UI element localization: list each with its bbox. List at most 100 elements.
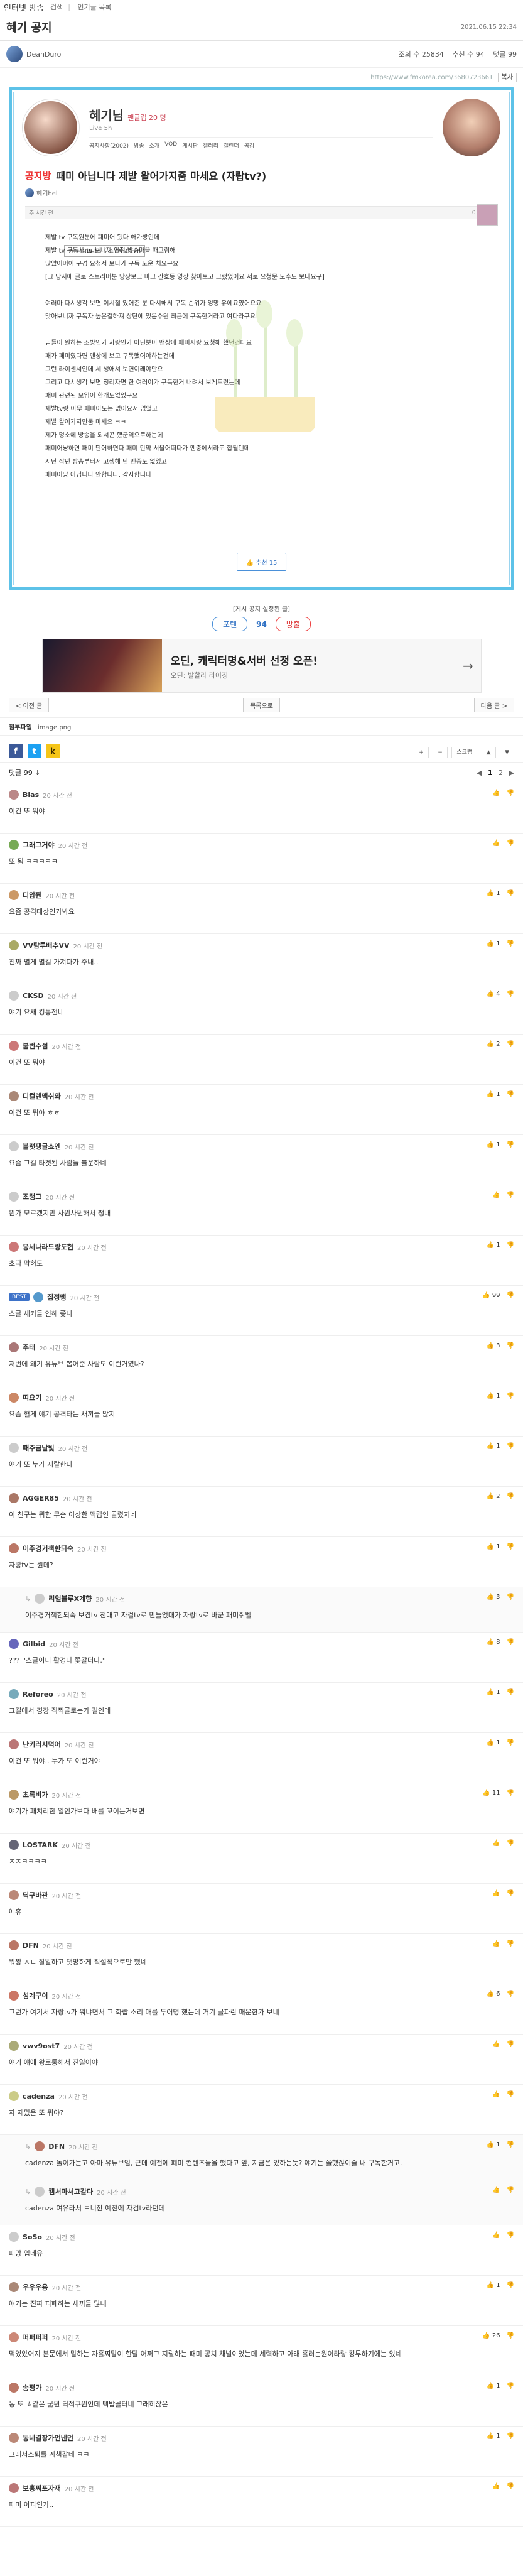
comments-title[interactable]: 댓글 99 ↓ xyxy=(9,768,40,778)
comment-author[interactable]: 동네결장가먼낸먼 xyxy=(23,2433,73,2443)
pager-page-2[interactable]: 2 xyxy=(499,769,503,777)
author-name[interactable]: DeanDuro xyxy=(26,50,61,58)
comment-author[interactable]: 캠셔마셔고갈다 xyxy=(48,2187,93,2197)
thumb-down-icon[interactable]: 👎 xyxy=(507,1141,514,1148)
thumb-down-icon[interactable]: 👎 xyxy=(507,840,514,847)
thumb-up-icon[interactable]: 👍 8 xyxy=(487,1639,500,1646)
comment-author[interactable]: 퍼퍼퍼퍼 xyxy=(23,2332,48,2342)
comment-author[interactable]: 디컬렌맥쉬와 xyxy=(23,1091,61,1101)
thumb-down-icon[interactable]: 👎 xyxy=(507,1890,514,1897)
thumb-up-icon[interactable]: 👍 3 xyxy=(487,1342,500,1349)
comment-author[interactable]: 송평가 xyxy=(23,2383,41,2393)
font-decrease-button[interactable]: − xyxy=(433,746,448,758)
thumb-up-icon[interactable]: 👍 3 xyxy=(487,1594,500,1600)
comment-author[interactable]: Reforeo xyxy=(23,1690,53,1698)
thumb-up-icon[interactable]: 👍 99 xyxy=(482,1292,500,1299)
thumb-down-icon[interactable]: 👎 xyxy=(507,2141,514,2148)
menu-vod[interactable]: VOD xyxy=(164,141,177,149)
attachment-file[interactable]: image.png xyxy=(38,724,71,731)
thumb-down-icon[interactable]: 👎 xyxy=(507,1091,514,1098)
comment-author[interactable]: 초록비가 xyxy=(23,1790,48,1800)
thumb-up-icon[interactable]: 👍 2 xyxy=(487,1493,500,1500)
comment-author[interactable]: 디암쮄 xyxy=(23,890,41,900)
thumb-down-icon[interactable]: 👎 xyxy=(507,2433,514,2440)
thumb-down-icon[interactable]: 👎 xyxy=(507,1543,514,1550)
comment-author[interactable]: 때주금날빛 xyxy=(23,1443,55,1453)
thumb-up-icon[interactable]: 👍 xyxy=(492,2232,500,2239)
thumb-down-icon[interactable]: 👎 xyxy=(507,2332,514,2339)
comment-author[interactable]: 그래그거야 xyxy=(23,840,55,850)
thumb-up-icon[interactable]: 👍 4 xyxy=(487,991,500,997)
thumb-down-icon[interactable]: 👎 xyxy=(507,1840,514,1847)
downvote-button[interactable]: 방출 xyxy=(275,617,311,631)
arrow-right-icon[interactable]: → xyxy=(456,658,481,673)
pager-page-1[interactable]: 1 xyxy=(488,769,493,777)
thumb-up-icon[interactable]: 👍 1 xyxy=(487,890,500,897)
thumb-down-icon[interactable]: 👎 xyxy=(507,2232,514,2239)
thumb-up-icon[interactable]: 👍 1 xyxy=(487,2433,500,2440)
thumb-down-icon[interactable]: 👎 xyxy=(507,1790,514,1796)
thumb-up-icon[interactable]: 👍 26 xyxy=(482,2332,500,2339)
thumb-up-icon[interactable]: 👍 1 xyxy=(487,1689,500,1696)
post-url[interactable]: https://www.fmkorea.com/3680723661 xyxy=(370,74,493,81)
thumb-up-icon[interactable]: 👍 6 xyxy=(487,1991,500,1997)
menu-gallery[interactable]: 갤러리 xyxy=(203,141,218,149)
comment-author[interactable]: 난키러시먹어 xyxy=(23,1739,61,1749)
thumb-up-icon[interactable]: 👍 xyxy=(492,790,500,796)
thumb-down-icon[interactable]: 👎 xyxy=(507,991,514,997)
thumb-up-icon[interactable]: 👍 xyxy=(492,840,500,847)
menu-calendar[interactable]: 캘린더 xyxy=(224,141,239,149)
comment-author[interactable]: 집정맹 xyxy=(47,1292,66,1302)
comment-author[interactable]: SoSo xyxy=(23,2233,42,2241)
comment-author[interactable]: 리얼블루X계향 xyxy=(48,1594,92,1604)
thumb-up-icon[interactable]: 👍 xyxy=(492,2091,500,2098)
thumb-down-icon[interactable]: 👎 xyxy=(507,2383,514,2389)
twitter-icon[interactable]: t xyxy=(27,744,41,758)
comment-author[interactable]: 주태 xyxy=(23,1342,35,1352)
thumb-down-icon[interactable]: 👎 xyxy=(507,1739,514,1746)
thumb-down-icon[interactable]: 👎 xyxy=(507,790,514,796)
thumb-up-icon[interactable]: 👍 xyxy=(492,2483,500,2490)
thumb-up-icon[interactable]: 👍 1 xyxy=(487,2282,500,2289)
menu-empathy[interactable]: 공감 xyxy=(244,141,255,149)
pager-next-icon[interactable]: ▶ xyxy=(509,769,514,777)
comment-author[interactable]: CKSD xyxy=(23,992,44,1000)
thumb-down-icon[interactable]: 👎 xyxy=(507,1594,514,1600)
menu-board[interactable]: 게시판 xyxy=(182,141,198,149)
list-button[interactable]: 목록으로 xyxy=(243,698,280,712)
comment-author[interactable]: VV탐투배추VV xyxy=(23,940,70,950)
thumb-down-icon[interactable]: 👎 xyxy=(507,2483,514,2490)
comment-author[interactable]: DFN xyxy=(48,2143,65,2151)
author-block[interactable]: DeanDuro xyxy=(6,46,61,62)
scroll-down-button[interactable]: ▼ xyxy=(500,746,514,758)
thumb-up-icon[interactable]: 👍 1 xyxy=(487,1242,500,1249)
pager-prev-icon[interactable]: ◀ xyxy=(477,769,482,777)
thumb-up-icon[interactable]: 👍 1 xyxy=(487,1141,500,1148)
thumb-down-icon[interactable]: 👎 xyxy=(507,1242,514,1249)
comment-author[interactable]: vwv9ost7 xyxy=(23,2042,60,2050)
thumb-up-icon[interactable]: 👍 1 xyxy=(487,2383,500,2389)
thumb-down-icon[interactable]: 👎 xyxy=(507,1940,514,1947)
comment-author[interactable]: 띠요기 xyxy=(23,1393,41,1403)
scrap-button[interactable]: 스크랩 xyxy=(451,746,478,758)
comment-author[interactable]: AGGER85 xyxy=(23,1494,59,1503)
thumb-up-icon[interactable]: 👍 xyxy=(492,1890,500,1897)
thumb-down-icon[interactable]: 👎 xyxy=(507,1639,514,1646)
thumb-down-icon[interactable]: 👎 xyxy=(507,2091,514,2098)
thumb-down-icon[interactable]: 👎 xyxy=(507,1443,514,1450)
comment-author[interactable]: 응세나라드랑도현 xyxy=(23,1242,73,1252)
facebook-icon[interactable]: f xyxy=(9,744,23,758)
thumb-up-icon[interactable]: 👍 xyxy=(492,1940,500,1947)
thumb-up-icon[interactable]: 👍 1 xyxy=(487,1543,500,1550)
thumb-up-icon[interactable]: 👍 1 xyxy=(487,2141,500,2148)
thumb-up-icon[interactable]: 👍 xyxy=(492,1840,500,1847)
nav-popular[interactable]: 인기글 목록 xyxy=(77,3,111,11)
thumb-down-icon[interactable]: 👎 xyxy=(507,890,514,897)
comment-author[interactable]: Gilbid xyxy=(23,1640,45,1648)
comment-author[interactable]: 보흥쪄포자재 xyxy=(23,2483,61,2493)
next-post-button[interactable]: 다음 글 > xyxy=(473,698,514,712)
copy-url-button[interactable]: 복사 xyxy=(497,73,517,82)
thumb-down-icon[interactable]: 👎 xyxy=(507,1689,514,1696)
nav-search[interactable]: 검색 xyxy=(50,3,63,11)
thumb-up-icon[interactable]: 👍 1 xyxy=(487,1739,500,1746)
